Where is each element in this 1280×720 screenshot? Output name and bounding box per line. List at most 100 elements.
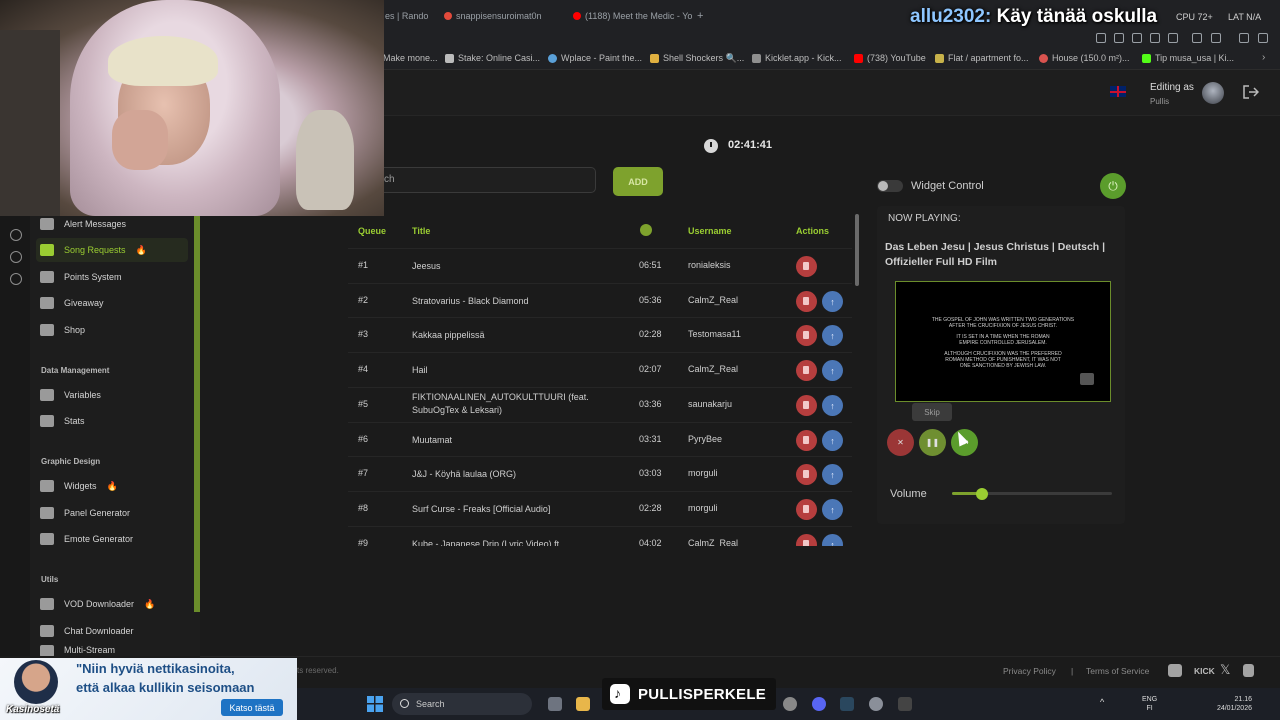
browser-tab[interactable]: (1188) Meet the Medic - Yo	[573, 8, 692, 24]
bookmark-item[interactable]: Shell Shockers 🔍...	[650, 53, 744, 64]
bookmark-item[interactable]: Kicklet.app - Kick...	[752, 53, 842, 63]
ad-button[interactable]: Katso tästä	[221, 699, 283, 716]
tray-expand-icon[interactable]: ^	[1100, 697, 1104, 707]
taskbar-search[interactable]: Search	[392, 693, 532, 715]
sidebar-item-chat-downloader[interactable]: Chat Downloader	[36, 619, 188, 643]
new-tab-button[interactable]: +	[697, 10, 703, 22]
menu-icon[interactable]	[1239, 33, 1249, 43]
table-row: #8 Surf Curse - Freaks [Official Audio] …	[348, 491, 852, 526]
gift-icon	[40, 297, 54, 309]
widget-control-toggle[interactable]	[877, 180, 903, 192]
language-indicator[interactable]: ENG FI	[1142, 695, 1157, 713]
stop-button[interactable]: ✕	[887, 429, 914, 456]
document-icon[interactable]	[1243, 664, 1254, 677]
browser-tab[interactable]: snappisensuroimat0n	[444, 8, 542, 24]
terms-of-service-link[interactable]: Terms of Service	[1086, 666, 1149, 676]
move-up-button[interactable]: ↑	[822, 534, 843, 546]
delete-button[interactable]	[796, 291, 817, 312]
extension-icon[interactable]	[1114, 33, 1124, 43]
gear-icon[interactable]	[10, 273, 22, 285]
sidebar-item-variables[interactable]: Variables	[36, 383, 188, 407]
discord-icon[interactable]	[812, 697, 826, 711]
sidebar-item-label: Song Requests	[64, 245, 126, 255]
fire-icon: 🔥	[144, 598, 156, 609]
bookmark-item[interactable]: (738) YouTube	[854, 53, 926, 63]
volume-knob[interactable]	[976, 488, 988, 500]
delete-button[interactable]	[796, 256, 817, 277]
discord-icon[interactable]	[1168, 664, 1182, 677]
bookmark-item[interactable]: Stake: Online Casi...	[445, 53, 540, 63]
windows-start-icon[interactable]	[367, 696, 383, 712]
task-view-icon[interactable]	[548, 697, 562, 711]
sidebar-scrollbar[interactable]	[194, 216, 200, 612]
move-up-button[interactable]: ↑	[822, 464, 843, 485]
move-up-button[interactable]: ↑	[822, 291, 843, 312]
delete-button[interactable]	[796, 360, 817, 381]
download-icon[interactable]	[1211, 33, 1221, 43]
privacy-policy-link[interactable]: Privacy Policy	[1003, 666, 1056, 676]
bookmark-item[interactable]: Make mone...	[383, 53, 438, 63]
app-icon[interactable]	[898, 697, 912, 711]
table-scrollbar[interactable]	[855, 214, 859, 286]
sidebar-item-points-system[interactable]: Points System	[36, 265, 188, 289]
sidebar-item-widgets[interactable]: Widgets 🔥	[36, 474, 188, 498]
sidebar-item-giveaway[interactable]: Giveaway	[36, 291, 188, 315]
avatar[interactable]	[1202, 82, 1224, 104]
steam-icon[interactable]	[840, 697, 854, 711]
sidebar-item-emote-generator[interactable]: Emote Generator	[36, 527, 188, 551]
song-username: CalmZ_Real	[688, 538, 739, 546]
delete-button[interactable]	[796, 499, 817, 520]
logout-icon[interactable]	[1243, 85, 1259, 99]
settings-icon[interactable]	[869, 697, 883, 711]
bookmarks-icon[interactable]	[1192, 33, 1202, 43]
kick-link[interactable]: KICK	[1194, 666, 1215, 676]
language-flag-icon[interactable]	[1110, 86, 1126, 97]
delete-button[interactable]	[796, 395, 817, 416]
pause-button[interactable]: ❚❚	[919, 429, 946, 456]
heart-icon[interactable]	[1168, 33, 1178, 43]
kick-icon	[1142, 53, 1151, 63]
extension-icon[interactable]	[1096, 33, 1106, 43]
move-up-button[interactable]: ↑	[822, 430, 843, 451]
move-up-button[interactable]: ↑	[822, 499, 843, 520]
sidebar-item-panel-generator[interactable]: Panel Generator	[36, 501, 188, 525]
bookmark-item[interactable]: Tip musa_usa | Ki...	[1142, 53, 1234, 63]
song-search-input[interactable]: ch	[384, 167, 596, 193]
system-clock[interactable]: 21.16 24/01/2026	[1206, 695, 1252, 713]
sidebar-item-vod-downloader[interactable]: VOD Downloader 🔥	[36, 592, 188, 616]
fullscreen-icon[interactable]	[1080, 373, 1094, 385]
table-row: #2 Stratovarius - Black Diamond 05:36 Ca…	[348, 283, 852, 318]
power-button[interactable]: ⏻	[1100, 173, 1126, 199]
x-twitter-icon[interactable]: 𝕏	[1220, 662, 1230, 678]
file-explorer-icon[interactable]	[576, 697, 590, 711]
sidebar-item-shop[interactable]: Shop	[36, 318, 188, 342]
move-up-button[interactable]: ↑	[822, 360, 843, 381]
add-song-button[interactable]: ADD	[613, 167, 663, 196]
fire-icon: 🔥	[106, 480, 118, 491]
browser-tab[interactable]: es | Rando	[385, 8, 428, 24]
bookmarks-overflow-icon[interactable]: ›	[1262, 52, 1265, 63]
delete-button[interactable]	[796, 534, 817, 546]
bookmark-item[interactable]: Flat / apartment fo...	[935, 53, 1029, 63]
song-duration: 03:36	[639, 399, 662, 409]
extension-icon[interactable]	[1132, 33, 1142, 43]
puzzle-icon[interactable]	[10, 251, 22, 263]
clock-icon[interactable]	[10, 229, 22, 241]
move-up-button[interactable]: ↑	[822, 395, 843, 416]
sidebar-item-stats[interactable]: Stats	[36, 409, 188, 433]
play-icon[interactable]	[1150, 33, 1160, 43]
bookmark-item[interactable]: House (150.0 m²)...	[1039, 53, 1130, 63]
app-icon[interactable]	[783, 697, 797, 711]
sidebar-item-song-requests[interactable]: Song Requests 🔥	[36, 238, 188, 262]
settings-icon[interactable]	[1258, 33, 1268, 43]
video-player[interactable]: THE GOSPEL OF JOHN WAS WRITTEN TWO GENER…	[895, 281, 1111, 402]
sidebar-item-multi-stream[interactable]: Multi-Stream	[36, 645, 188, 656]
bookmark-item[interactable]: Wplace - Paint the...	[548, 53, 642, 63]
delete-button[interactable]	[796, 430, 817, 451]
song-title: Hail	[412, 365, 428, 375]
cpu-stat: CPU 72+	[1176, 12, 1213, 22]
move-up-button[interactable]: ↑	[822, 325, 843, 346]
kicklet-icon	[752, 53, 761, 63]
delete-button[interactable]	[796, 325, 817, 346]
delete-button[interactable]	[796, 464, 817, 485]
